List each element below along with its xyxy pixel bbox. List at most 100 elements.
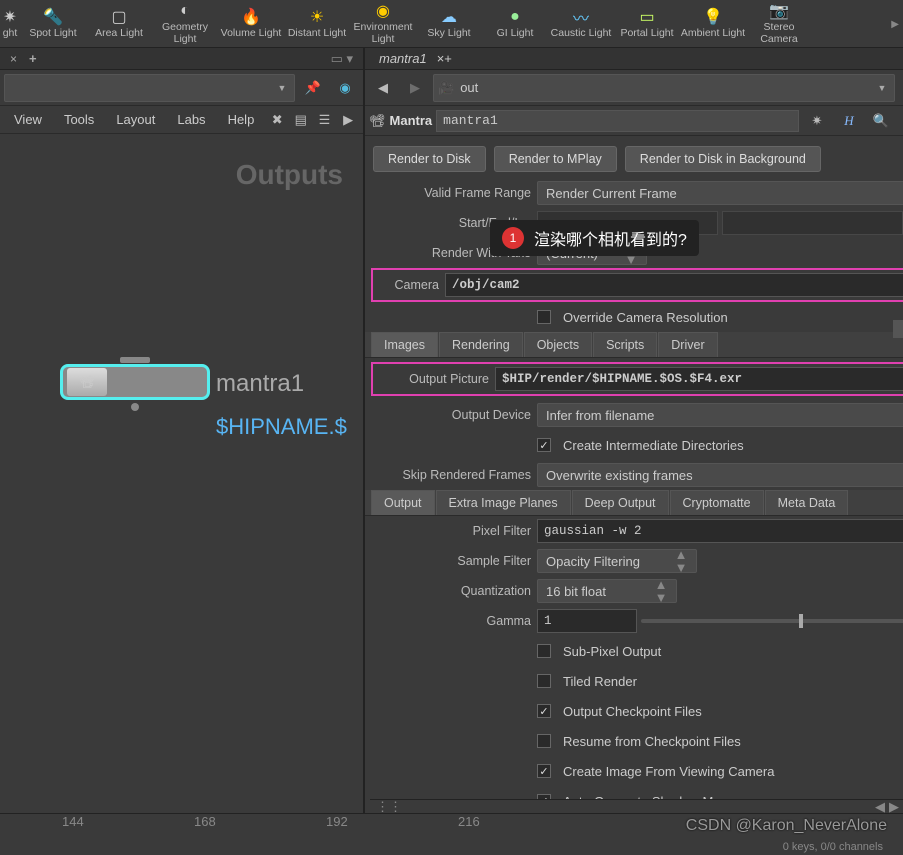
tab-output[interactable]: Output xyxy=(371,490,435,515)
shelf-portal-light[interactable]: ▭Portal Light xyxy=(614,0,680,47)
render-bg-button[interactable]: Render to Disk in Background xyxy=(625,146,821,172)
gi-light-icon: ● xyxy=(505,8,525,26)
tiled-checkbox[interactable] xyxy=(537,674,551,688)
output-picture-input[interactable] xyxy=(495,367,903,391)
play-icon[interactable]: ▶ xyxy=(337,106,359,134)
camera-input[interactable] xyxy=(445,273,903,297)
pin-icon[interactable]: 📌 xyxy=(299,74,327,102)
left-path-dropdown[interactable]: ▼ xyxy=(4,74,295,102)
skip-frames-dropdown[interactable]: Overwrite existing frames▲▼ xyxy=(537,463,903,487)
shelf-volume-light[interactable]: 🔥Volume Light xyxy=(218,0,284,47)
gamma-input[interactable] xyxy=(537,609,637,633)
close-right-tab-icon[interactable]: × xyxy=(437,51,445,66)
menu-help[interactable]: Help xyxy=(218,108,265,131)
shelf-area-light[interactable]: ▢Area Light xyxy=(86,0,152,47)
lbl-valid-frame-range: Valid Frame Range xyxy=(371,186,531,200)
portal-light-icon: ▭ xyxy=(637,8,657,26)
left-tabbar: × + ▭ ▾ xyxy=(0,48,363,70)
render-to-mplay-button[interactable]: Render to MPlay xyxy=(494,146,617,172)
tab-deep-output[interactable]: Deep Output xyxy=(572,490,669,515)
right-tab[interactable]: mantra1 xyxy=(369,51,437,66)
menu-layout[interactable]: Layout xyxy=(106,108,165,131)
network-path: out xyxy=(460,80,478,95)
lbl-tiled: Tiled Render xyxy=(563,674,637,689)
param-hscroll[interactable]: ⋮⋮ ◀ ▶ xyxy=(370,799,903,813)
spot-light-icon: 🔦 xyxy=(43,8,63,26)
resume-checkbox[interactable] xyxy=(537,734,551,748)
wrench-icon[interactable]: ✖ xyxy=(266,106,288,134)
close-tab-icon[interactable]: × xyxy=(10,52,17,66)
create-dirs-checkbox[interactable]: ✓ xyxy=(537,438,551,452)
add-tab-icon[interactable]: + xyxy=(29,51,37,66)
tick-144: 144 xyxy=(62,814,84,829)
network-viewport[interactable]: Outputs 📽 mantra1 $HIPNAME.$ xyxy=(0,134,363,833)
menu-tools[interactable]: Tools xyxy=(54,108,104,131)
params-icon[interactable]: ☰ xyxy=(314,106,336,134)
sky-light-icon: ☁ xyxy=(439,8,459,26)
side-handle-icon[interactable] xyxy=(893,320,903,338)
lbl-subpixel: Sub-Pixel Output xyxy=(563,644,661,659)
info-icon[interactable]: ⓘ xyxy=(899,107,903,135)
shelf-gi-light[interactable]: ●GI Light xyxy=(482,0,548,47)
menu-labs[interactable]: Labs xyxy=(167,108,215,131)
shelf-scroll-icon[interactable]: ▶ xyxy=(891,0,899,48)
lbl-quantization: Quantization xyxy=(371,584,531,598)
link-icon[interactable]: ◉ xyxy=(331,74,359,102)
gear-icon[interactable]: ✷ xyxy=(803,107,831,135)
node-label: mantra1 xyxy=(216,370,304,398)
right-path-dropdown[interactable]: 🎥 out ▼ xyxy=(433,74,895,102)
shelf-ambient-light[interactable]: 💡Ambient Light xyxy=(680,0,746,47)
shelf-distant-light[interactable]: ☀Distant Light xyxy=(284,0,350,47)
pixel-filter-input[interactable] xyxy=(537,519,903,543)
list-icon[interactable]: ▤ xyxy=(290,106,312,134)
tab-objects[interactable]: Objects xyxy=(524,332,592,357)
hscript-icon[interactable]: H xyxy=(835,107,863,135)
shelf-sky-light[interactable]: ☁Sky Light xyxy=(416,0,482,47)
shelf-geometry-light[interactable]: ◐Geometry Light xyxy=(152,0,218,47)
pane-menu-icon[interactable]: ▭ ▾ xyxy=(331,51,353,67)
annotation-callout: 1 渲染哪个相机看到的? xyxy=(490,220,699,256)
tab-cryptomatte[interactable]: Cryptomatte xyxy=(670,490,764,515)
network-menubar: View Tools Layout Labs Help ✖ ▤ ☰ ▶ xyxy=(0,106,363,134)
search-icon[interactable]: 🔍 xyxy=(867,107,895,135)
main-tabs: Images Rendering Objects Scripts Driver xyxy=(365,332,903,358)
quantization-dropdown[interactable]: 16 bit float▲▼ xyxy=(537,579,677,603)
ambient-light-icon: 💡 xyxy=(703,8,723,26)
right-pin-icon[interactable]: 📌 xyxy=(899,74,903,102)
context-title: Outputs xyxy=(236,159,343,191)
output-device-dropdown[interactable]: Infer from filename▲▼ xyxy=(537,403,903,427)
right-nav: ◀ ▶ 🎥 out ▼ 📌 ◉ xyxy=(365,70,903,106)
parameter-pane: mantra1 × + ▭ ▾ ◀ ▶ 🎥 out ▼ 📌 ◉ 📽 Mantra… xyxy=(365,48,903,833)
shelf-light-0[interactable]: ✷ght xyxy=(0,0,20,47)
shelf-stereo-camera[interactable]: 📷Stereo Camera xyxy=(746,0,812,47)
shelf-environment-light[interactable]: ◉Environment Light xyxy=(350,0,416,47)
node-name-input[interactable] xyxy=(436,110,799,132)
node-mantra1[interactable]: 📽 xyxy=(60,364,210,400)
tab-meta-data[interactable]: Meta Data xyxy=(765,490,849,515)
end-input[interactable] xyxy=(722,211,903,235)
checkpoint-checkbox[interactable]: ✓ xyxy=(537,704,551,718)
tab-images[interactable]: Images xyxy=(371,332,438,357)
subpixel-checkbox[interactable] xyxy=(537,644,551,658)
viewcam-checkbox[interactable]: ✓ xyxy=(537,764,551,778)
gamma-slider[interactable] xyxy=(641,619,903,623)
param-header: 📽 Mantra ✷ H 🔍 ⓘ ? xyxy=(365,106,903,136)
override-cam-checkbox[interactable] xyxy=(537,310,551,324)
lbl-checkpoint: Output Checkpoint Files xyxy=(563,704,702,719)
tab-rendering[interactable]: Rendering xyxy=(439,332,523,357)
sample-filter-dropdown[interactable]: Opacity Filtering▲▼ xyxy=(537,549,697,573)
tab-driver[interactable]: Driver xyxy=(658,332,717,357)
stereo-camera-icon: 📷 xyxy=(769,2,789,20)
menu-view[interactable]: View xyxy=(4,108,52,131)
add-right-tab-icon[interactable]: + xyxy=(444,51,452,66)
back-icon[interactable]: ◀ xyxy=(369,74,397,102)
tab-scripts[interactable]: Scripts xyxy=(593,332,657,357)
valid-frame-range-dropdown[interactable]: Render Current Frame▲▼ xyxy=(537,181,903,205)
render-to-disk-button[interactable]: Render to Disk xyxy=(373,146,486,172)
tick-168: 168 xyxy=(194,814,216,829)
forward-icon[interactable]: ▶ xyxy=(401,74,429,102)
shelf-caustic-light[interactable]: 〰Caustic Light xyxy=(548,0,614,47)
node-output-path: $HIPNAME.$ xyxy=(216,414,347,440)
tab-extra-planes[interactable]: Extra Image Planes xyxy=(436,490,571,515)
shelf-spot-light[interactable]: 🔦Spot Light xyxy=(20,0,86,47)
